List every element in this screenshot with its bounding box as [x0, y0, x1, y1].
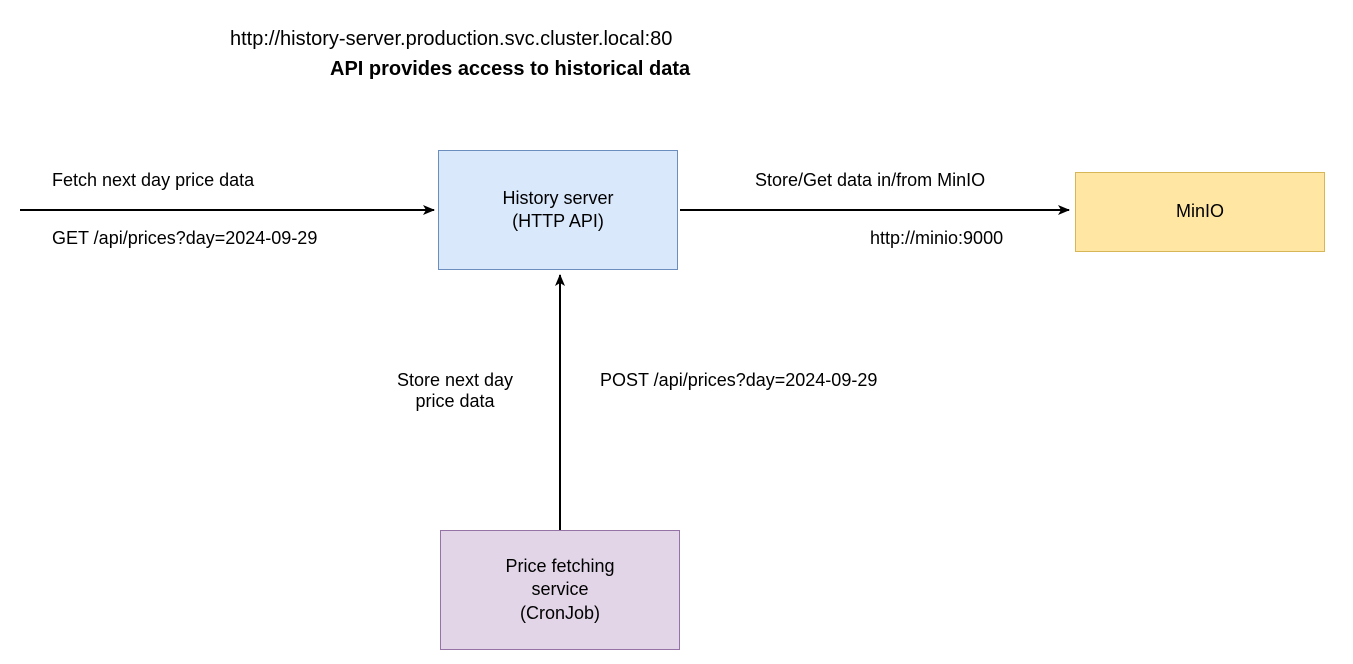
edge-right-top-label: Store/Get data in/from MinIO: [755, 170, 985, 191]
minio-node: MinIO: [1075, 172, 1325, 252]
history-server-line2: (HTTP API): [512, 211, 604, 231]
edge-bottom-left-line1: Store next day: [397, 370, 513, 390]
price-service-line2: service: [531, 579, 588, 599]
edge-left-bottom-label: GET /api/prices?day=2024-09-29: [52, 228, 317, 249]
edge-bottom-right-label: POST /api/prices?day=2024-09-29: [600, 370, 877, 391]
price-service-line1: Price fetching: [505, 556, 614, 576]
minio-label: MinIO: [1176, 200, 1224, 223]
edge-left-top-label: Fetch next day price data: [52, 170, 254, 191]
edge-bottom-left-line2: price data: [415, 391, 494, 411]
price-service-line3: (CronJob): [520, 603, 600, 623]
history-server-node: History server (HTTP API): [438, 150, 678, 270]
edge-bottom-left-label: Store next day price data: [370, 370, 540, 412]
history-server-line1: History server: [502, 188, 613, 208]
price-service-node: Price fetching service (CronJob): [440, 530, 680, 650]
header-url: http://history-server.production.svc.clu…: [230, 28, 672, 51]
edge-right-bottom-label: http://minio:9000: [870, 228, 1003, 249]
header-subtitle: API provides access to historical data: [330, 58, 690, 81]
